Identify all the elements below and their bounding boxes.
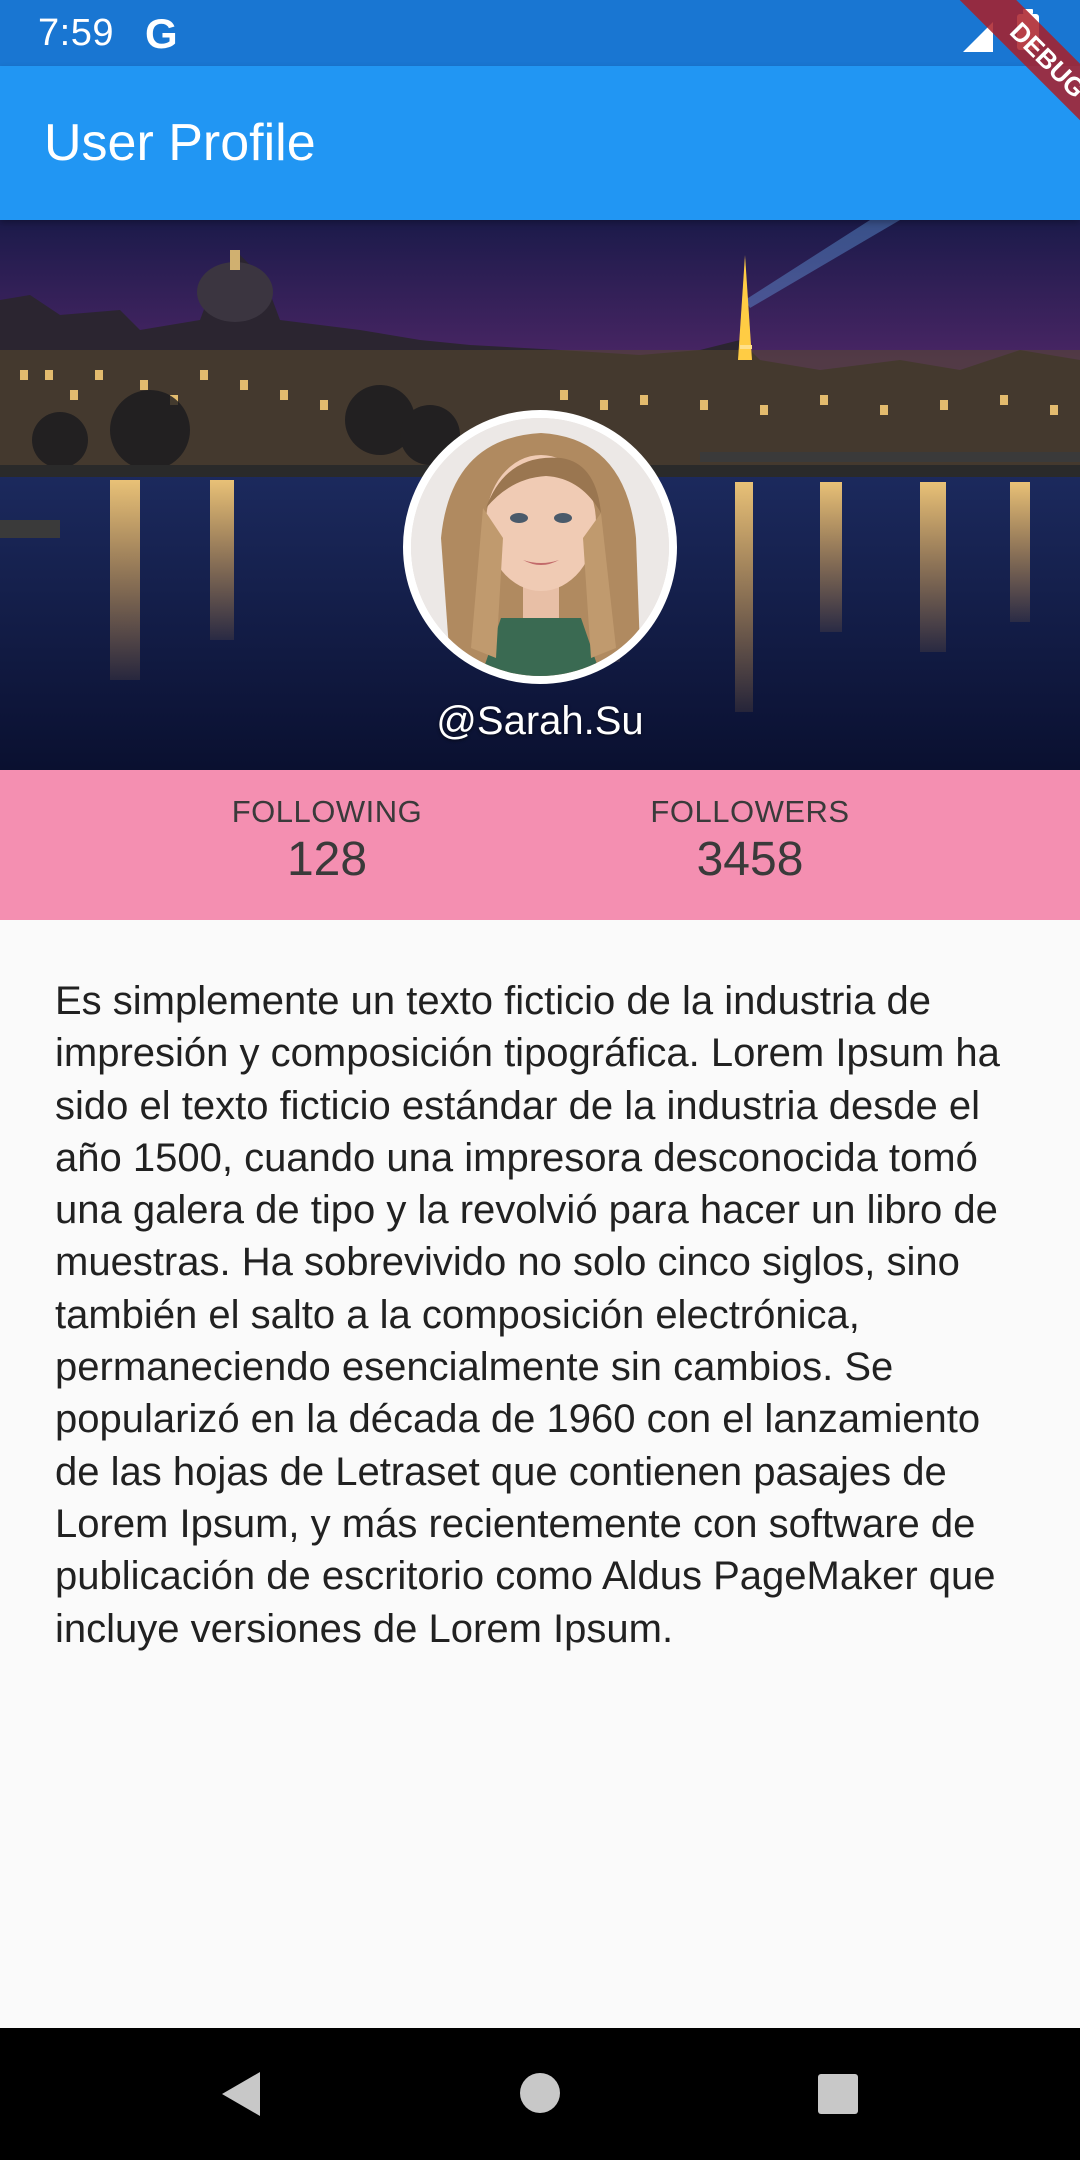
username: @Sarah.Su xyxy=(436,699,644,743)
recents-icon[interactable] xyxy=(818,2074,858,2114)
status-time: 7:59 xyxy=(38,12,114,54)
followers-count: 3458 xyxy=(696,833,804,886)
page-title: User Profile xyxy=(44,114,316,172)
following-label: FOLLOWING xyxy=(231,794,423,829)
google-icon: G xyxy=(145,10,178,57)
battery-icon xyxy=(1017,9,1039,50)
profile-header: @Sarah.Su xyxy=(0,220,1080,770)
stat-following[interactable]: FOLLOWING 128 xyxy=(167,794,487,890)
stat-followers[interactable]: FOLLOWERS 3458 xyxy=(590,794,910,890)
app-bar: User Profile xyxy=(0,66,1080,220)
status-bar: 7:59 G xyxy=(0,0,1080,66)
followers-label: FOLLOWERS xyxy=(650,794,850,829)
signal-icon xyxy=(963,22,993,52)
bio-text: Es simplemente un texto ficticio de la i… xyxy=(55,979,1000,1651)
back-icon[interactable] xyxy=(222,2072,260,2116)
system-nav-bar xyxy=(0,2028,1080,2160)
following-count: 128 xyxy=(286,833,368,886)
avatar[interactable] xyxy=(403,410,677,684)
stats-bar: FOLLOWING 128 FOLLOWERS 3458 xyxy=(0,770,1080,920)
home-icon[interactable] xyxy=(520,2073,560,2113)
